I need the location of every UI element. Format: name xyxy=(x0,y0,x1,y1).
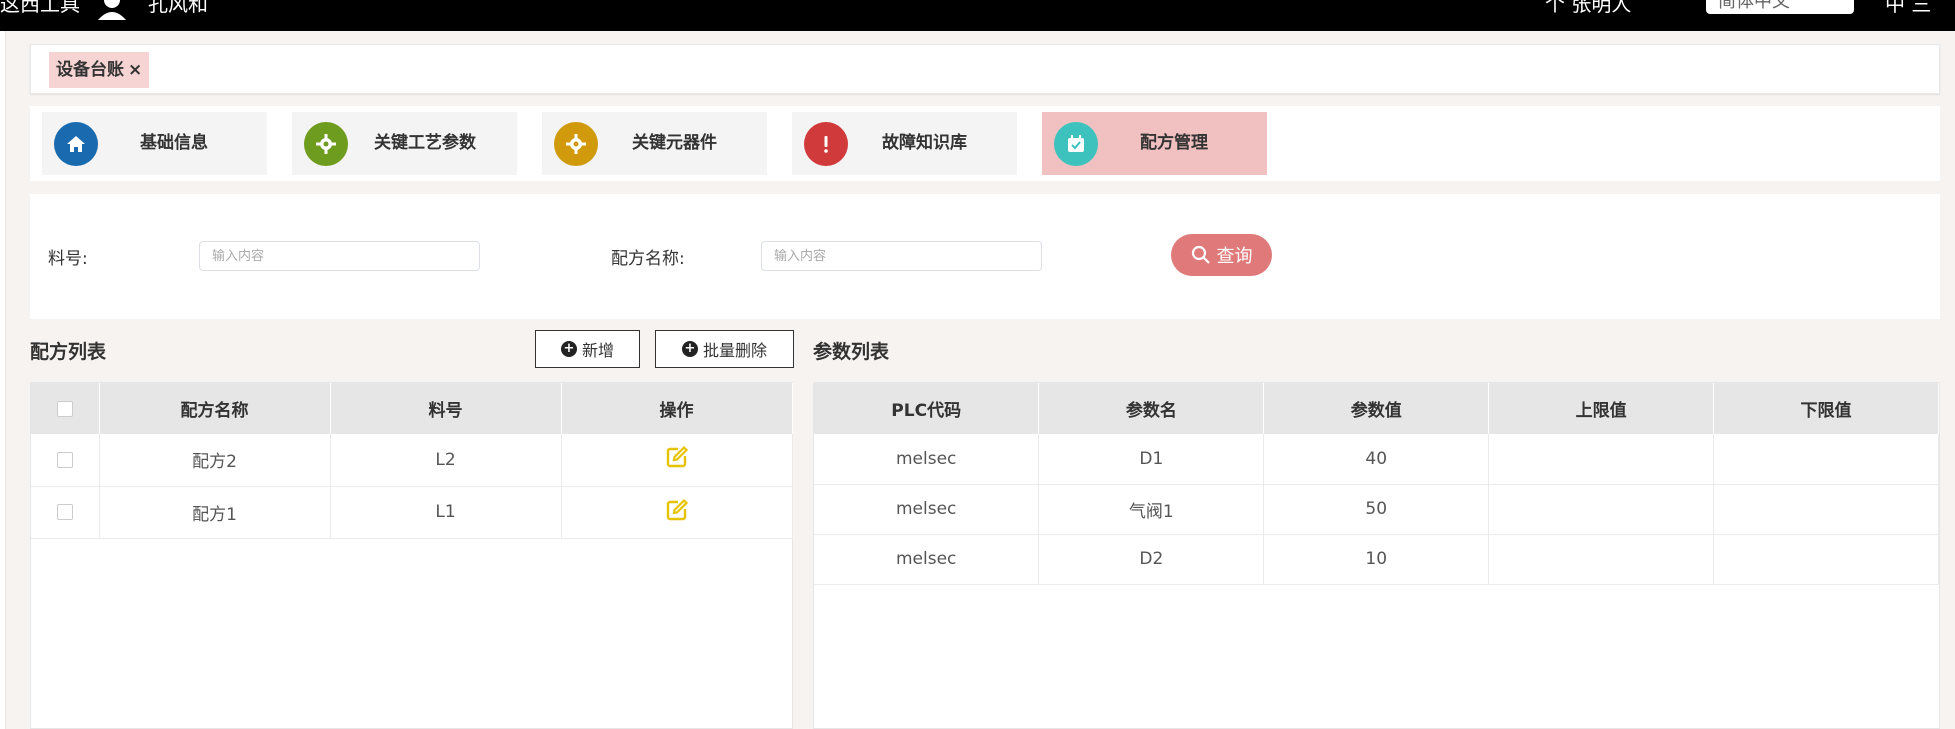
edit-icon[interactable] xyxy=(665,498,689,527)
nav-card-label: 配方管理 xyxy=(1140,133,1208,153)
nav-card-label: 关键工艺参数 xyxy=(374,133,476,153)
upper-limit-cell xyxy=(1488,484,1715,535)
gear-icon xyxy=(554,122,598,166)
query-button[interactable]: 查询 xyxy=(1171,234,1272,276)
nav-card-key-components[interactable]: 关键元器件 xyxy=(542,112,767,175)
nav-card-label: 故障知识库 xyxy=(882,133,967,153)
table-row[interactable]: 配方1 L1 xyxy=(31,486,793,539)
nav-card-fault-knowledge[interactable]: 故障知识库 xyxy=(792,112,1017,175)
recipe-name-label: 配方名称: xyxy=(611,249,685,269)
material-input[interactable] xyxy=(199,241,480,271)
table-row[interactable]: melsec D1 40 xyxy=(814,434,1939,485)
row-select-cell xyxy=(31,486,100,539)
column-header: 参数名 xyxy=(1038,383,1265,434)
nav-card-label: 基础信息 xyxy=(140,133,208,153)
select-all-header xyxy=(31,383,100,434)
top-bar: 这西工具 孔风和 个 张明人 简体中文 中 三 xyxy=(0,0,1955,31)
material-cell: L2 xyxy=(330,434,562,487)
search-icon xyxy=(1191,245,1210,264)
param-value-cell: 10 xyxy=(1263,534,1490,585)
plus-circle-icon: + xyxy=(681,341,698,357)
select-all-checkbox[interactable] xyxy=(56,400,73,417)
tab-equipment-ledger[interactable]: 设备台账 × xyxy=(49,52,150,88)
tab-label: 设备台账 xyxy=(56,60,124,80)
upper-limit-cell xyxy=(1488,534,1715,585)
edit-icon[interactable] xyxy=(665,445,689,474)
search-panel: 料号: 配方名称: 查询 xyxy=(30,194,1940,319)
recipe-name-cell: 配方2 xyxy=(99,434,331,487)
plc-code-cell: melsec xyxy=(814,534,1040,585)
calendar-check-icon xyxy=(1054,122,1098,166)
lower-limit-cell xyxy=(1713,434,1939,485)
language-select[interactable]: 简体中文 xyxy=(1706,0,1854,14)
exclamation-icon xyxy=(804,122,848,166)
action-cell xyxy=(561,434,793,487)
param-name-cell: D2 xyxy=(1038,534,1265,585)
recipe-table: 配方名称 料号 操作 配方2 L2 配方1 L1 xyxy=(30,382,793,729)
home-icon xyxy=(54,122,98,166)
table-row[interactable]: melsec 气阀1 50 xyxy=(814,484,1939,535)
table-row[interactable]: 配方2 L2 xyxy=(31,434,793,487)
add-button-label: 新增 xyxy=(581,341,614,360)
column-header: 配方名称 xyxy=(99,383,331,434)
query-button-label: 查询 xyxy=(1216,246,1253,267)
column-header: 料号 xyxy=(330,383,562,434)
action-cell xyxy=(561,486,793,539)
add-recipe-button[interactable]: + 新增 xyxy=(535,330,640,368)
recipe-name-input[interactable] xyxy=(761,241,1042,271)
module-nav: 基础信息 关键工艺参数 关键元器件 故障知识库 配方管理 xyxy=(30,106,1940,181)
column-header: 上限值 xyxy=(1488,383,1715,434)
app-title-fragment: 这西工具 xyxy=(0,0,80,16)
plus-circle-icon: + xyxy=(560,341,577,357)
column-header: PLC代码 xyxy=(814,383,1040,434)
plc-code-cell: melsec xyxy=(814,484,1040,535)
param-list-title: 参数列表 xyxy=(813,341,890,363)
material-label: 料号: xyxy=(48,249,88,269)
recipe-list-title: 配方列表 xyxy=(30,341,107,363)
lower-limit-cell xyxy=(1713,484,1939,535)
username[interactable]: 孔风和 xyxy=(148,0,208,17)
nav-card-label: 关键元器件 xyxy=(632,133,717,153)
close-icon[interactable]: × xyxy=(128,60,142,80)
material-cell: L1 xyxy=(330,486,562,539)
tab-bar: 设备台账 × xyxy=(30,44,1940,94)
gear-icon xyxy=(304,122,348,166)
nav-card-basic-info[interactable]: 基础信息 xyxy=(42,112,267,175)
batch-delete-label: 批量删除 xyxy=(702,341,767,360)
user-menu[interactable]: 个 张明人 xyxy=(1545,0,1631,17)
row-checkbox[interactable] xyxy=(56,504,73,520)
param-name-cell: 气阀1 xyxy=(1038,484,1265,535)
menu-toggle[interactable]: 中 三 xyxy=(1885,0,1931,17)
column-header: 操作 xyxy=(561,383,793,434)
batch-delete-button[interactable]: + 批量删除 xyxy=(655,330,794,368)
param-name-cell: D1 xyxy=(1038,434,1265,485)
plc-code-cell: melsec xyxy=(814,434,1040,485)
user-avatar-icon[interactable] xyxy=(95,0,129,20)
table-row[interactable]: melsec D2 10 xyxy=(814,534,1939,585)
lower-limit-cell xyxy=(1713,534,1939,585)
row-select-cell xyxy=(31,434,100,487)
param-value-cell: 50 xyxy=(1263,484,1490,535)
nav-card-key-process-params[interactable]: 关键工艺参数 xyxy=(292,112,517,175)
left-rail xyxy=(0,31,6,729)
nav-card-recipe-management[interactable]: 配方管理 xyxy=(1042,112,1267,175)
column-header: 下限值 xyxy=(1713,383,1939,434)
column-header: 参数值 xyxy=(1263,383,1490,434)
row-checkbox[interactable] xyxy=(56,451,73,468)
recipe-name-cell: 配方1 xyxy=(99,486,331,539)
param-table: PLC代码 参数名 参数值 上限值 下限值 melsec D1 40 melse… xyxy=(813,382,1940,729)
param-value-cell: 40 xyxy=(1263,434,1490,485)
upper-limit-cell xyxy=(1488,434,1715,485)
